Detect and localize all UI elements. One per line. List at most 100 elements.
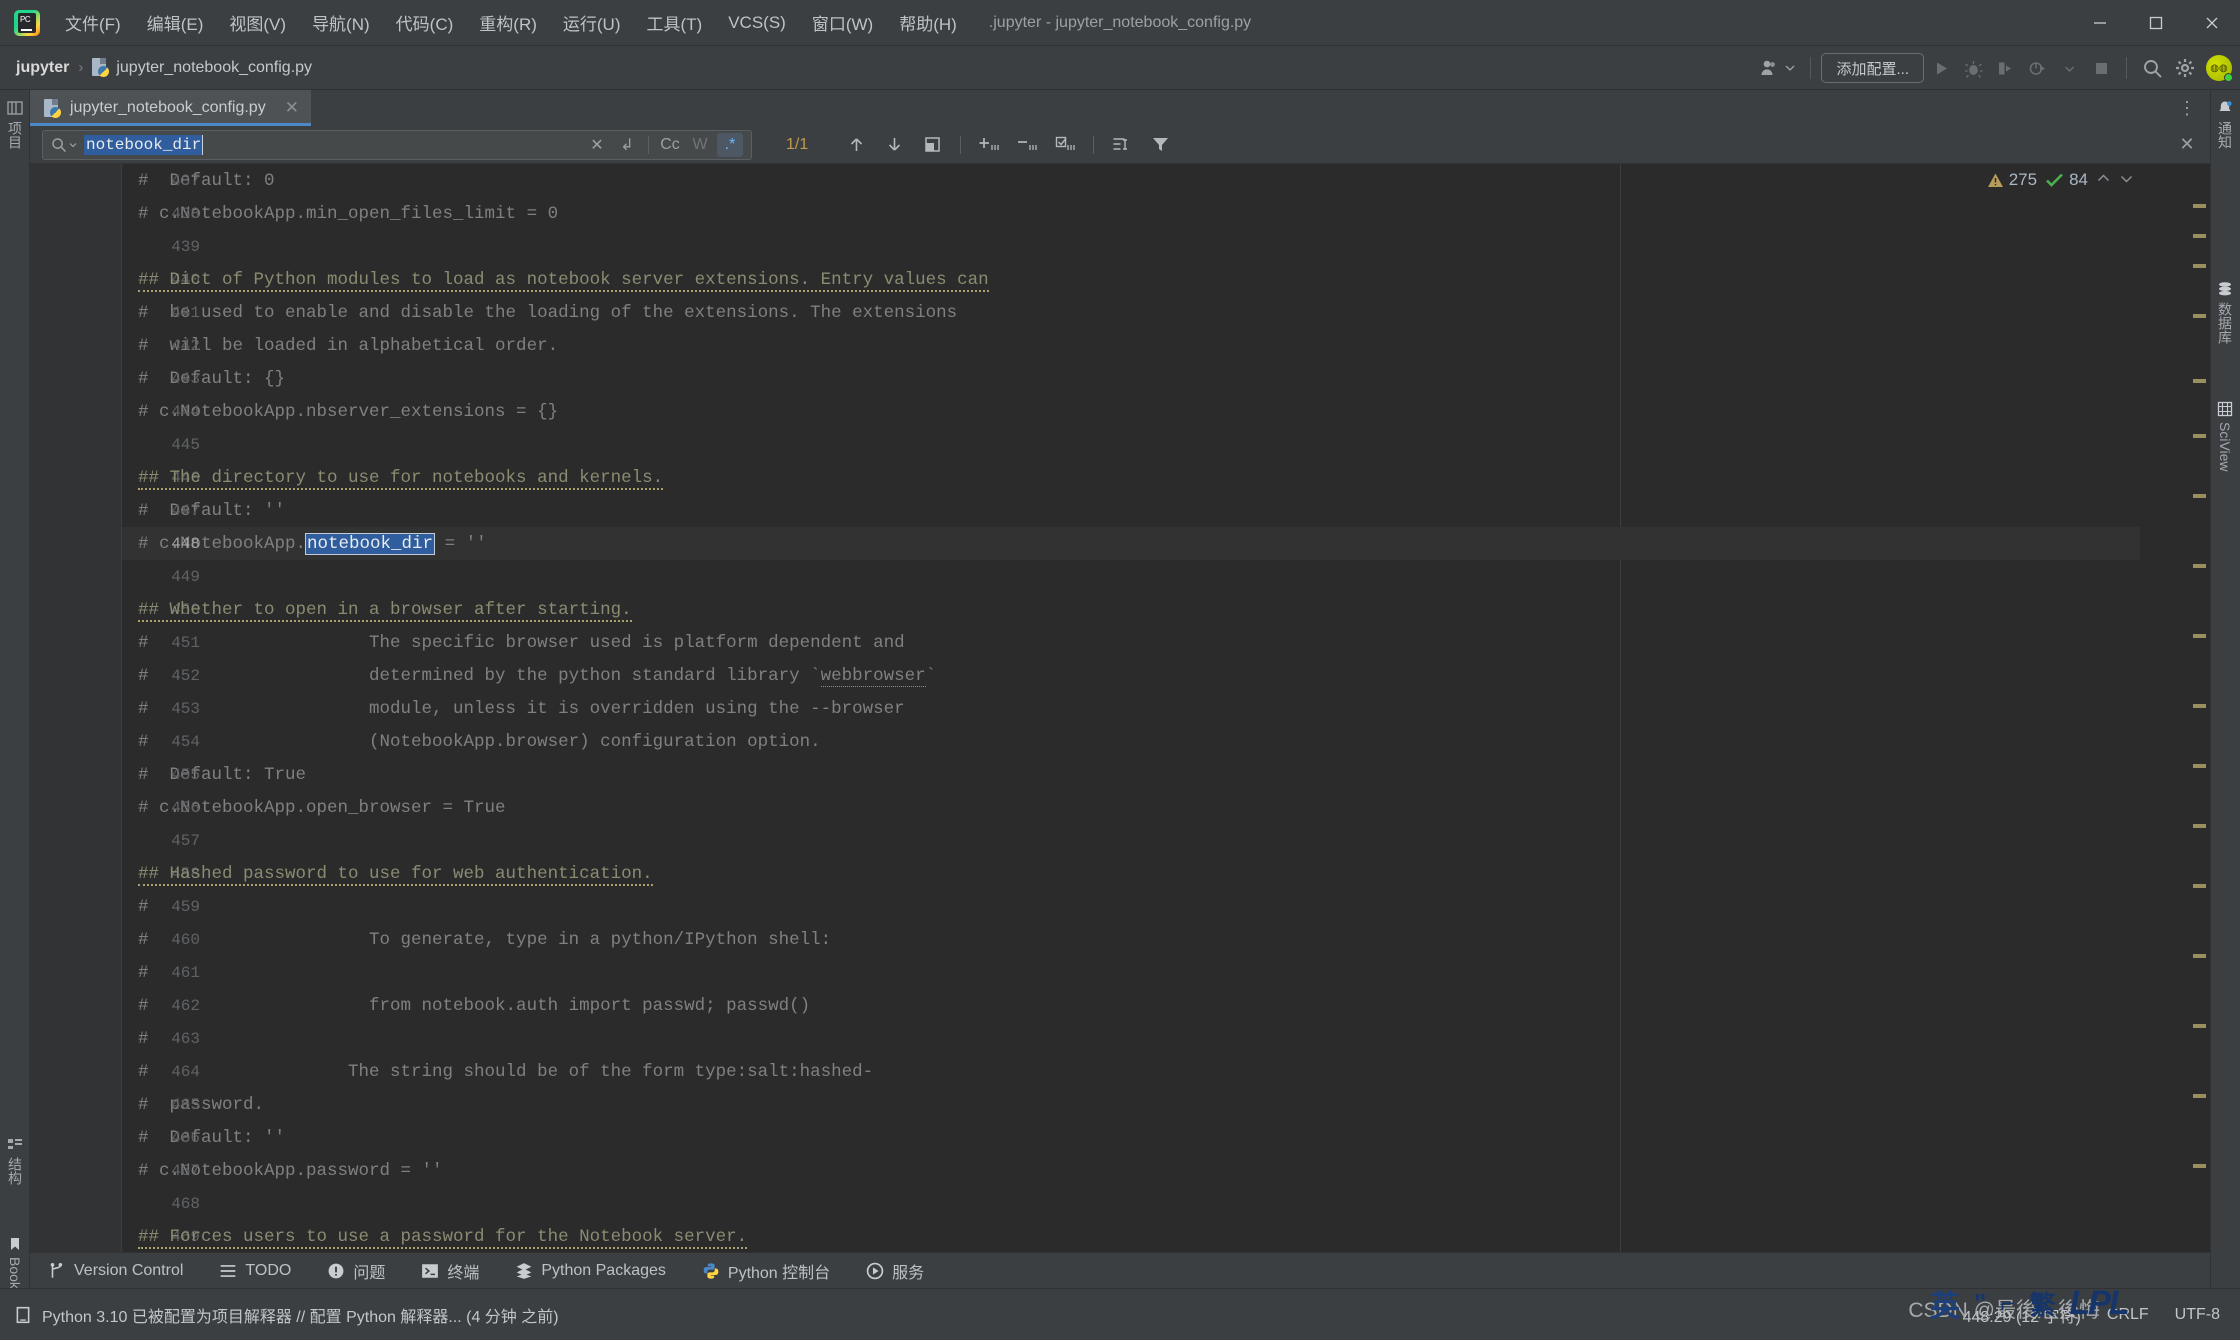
find-next-button[interactable] <box>880 132 908 158</box>
menu-help[interactable]: 帮助(H) <box>886 0 970 45</box>
code-line[interactable]: 448 # c.NotebookApp.notebook_dir = '' <box>122 527 2140 560</box>
bottom-tool-todo[interactable]: TODO <box>201 1253 309 1288</box>
add-configuration-button[interactable]: 添加配置... <box>1821 53 1924 83</box>
code-line[interactable]: 450 ## Whether to open in a browser after… <box>122 593 2140 626</box>
code-line[interactable]: 442 # will be loaded in alphabetical orde… <box>122 329 2140 362</box>
menu-navigate[interactable]: 导航(N) <box>299 0 383 45</box>
code-line[interactable]: 446 ## The directory to use for notebooks… <box>122 461 2140 494</box>
code-line[interactable]: 452 # determined by the python standard l… <box>122 659 2140 692</box>
select-all-occurrences-button[interactable] <box>918 132 946 158</box>
select-lines-button[interactable] <box>1051 132 1079 158</box>
code-line[interactable]: 453 # module, unless it is overridden usi… <box>122 692 2140 725</box>
code-line[interactable]: 458 ## Hashed password to use for web aut… <box>122 857 2140 890</box>
code-line[interactable]: 438 # c.NotebookApp.min_open_files_limit … <box>122 197 2140 230</box>
code-line[interactable]: 468 <box>122 1187 2140 1220</box>
code-line[interactable]: 440 ## Dict of Python modules to load as … <box>122 263 2140 296</box>
filter-button[interactable] <box>1146 132 1174 158</box>
code-line[interactable]: 463 # <box>122 1022 2140 1055</box>
code-line[interactable]: 467 # c.NotebookApp.password = '' <box>122 1154 2140 1187</box>
bottom-tool-problems[interactable]: 问题 <box>309 1253 403 1288</box>
inspection-next-icon[interactable] <box>2119 171 2134 189</box>
menu-run[interactable]: 运行(U) <box>550 0 634 45</box>
tab-jupyter-notebook-config[interactable]: jupyter_notebook_config.py ✕ <box>30 90 311 126</box>
code-line[interactable]: 445 <box>122 428 2140 461</box>
code-line[interactable]: 454 # (NotebookApp.browser) configuration… <box>122 725 2140 758</box>
bottom-tool-version-control[interactable]: Version Control <box>30 1253 201 1288</box>
words-toggle[interactable]: W <box>687 133 713 157</box>
caret-position[interactable]: 448:29 (12 字符) <box>1963 1303 2081 1327</box>
breadcrumb-project[interactable]: jupyter <box>16 59 69 77</box>
code-line[interactable]: 465 # password. <box>122 1088 2140 1121</box>
breadcrumb-file[interactable]: jupyter_notebook_config.py <box>92 58 312 77</box>
menu-code[interactable]: 代码(C) <box>383 0 467 45</box>
code-line[interactable]: 439 <box>122 230 2140 263</box>
sidebar-item-database[interactable]: 数据库 <box>2210 275 2240 344</box>
menu-refactor[interactable]: 重构(R) <box>466 0 550 45</box>
tab-close-icon[interactable]: ✕ <box>285 98 299 118</box>
code-line[interactable]: 456 # c.NotebookApp.open_browser = True <box>122 791 2140 824</box>
find-previous-button[interactable] <box>842 132 870 158</box>
minimize-button[interactable] <box>2072 0 2128 46</box>
bottom-tool-python-packages[interactable]: Python Packages <box>497 1253 684 1288</box>
menu-vcs[interactable]: VCS(S) <box>715 0 799 45</box>
code-line[interactable]: 455 # Default: True <box>122 758 2140 791</box>
file-encoding[interactable]: UTF-8 <box>2175 1306 2220 1324</box>
remove-line-button[interactable] <box>1013 132 1041 158</box>
code-line[interactable]: 441 # be used to enable and disable the l… <box>122 296 2140 329</box>
menu-tools[interactable]: 工具(T) <box>634 0 716 45</box>
code-line[interactable]: 461 # <box>122 956 2140 989</box>
search-history-icon[interactable]: ↲ <box>614 133 640 157</box>
code-line[interactable]: 460 # To generate, type in a python/IPyth… <box>122 923 2140 956</box>
search-everywhere-icon[interactable] <box>2137 53 2168 83</box>
add-line-button[interactable] <box>975 132 1003 158</box>
code-line[interactable]: 447 # Default: '' <box>122 494 2140 527</box>
match-case-toggle[interactable]: Cc <box>657 133 683 157</box>
maximize-button[interactable] <box>2128 0 2184 46</box>
tabs-options-icon[interactable]: ⋮ <box>2164 90 2210 126</box>
inspection-prev-icon[interactable] <box>2096 171 2111 189</box>
code-line[interactable]: 443 # Default: {} <box>122 362 2140 395</box>
code-line[interactable]: 457 <box>122 824 2140 857</box>
search-input[interactable]: notebook_dir ✕ ↲ Cc W .* <box>42 129 752 160</box>
menu-edit[interactable]: 编辑(E) <box>134 0 217 45</box>
bottom-tool-services[interactable]: 服务 <box>848 1253 942 1288</box>
bottom-tool-terminal[interactable]: 终端 <box>403 1253 497 1288</box>
code-line[interactable]: 464 # The string should be of the form ty… <box>122 1055 2140 1088</box>
close-find-bar-icon[interactable]: ✕ <box>2174 132 2200 158</box>
menu-window[interactable]: 窗口(W) <box>799 0 886 45</box>
status-message[interactable]: Python 3.10 已被配置为项目解释器 // 配置 Python 解释器.… <box>14 1303 559 1327</box>
code-line[interactable]: 437 # Default: 0 <box>122 164 2140 197</box>
code-content[interactable]: 437 # Default: 0 438 # c.NotebookApp.min_op… <box>122 164 2140 1252</box>
avatar[interactable]: ◍◍ <box>2206 55 2233 82</box>
sidebar-item-sciview[interactable]: SciView <box>2210 395 2240 472</box>
user-account-icon[interactable] <box>1755 53 1800 83</box>
close-button[interactable] <box>2184 0 2240 46</box>
bottom-tool-python-console[interactable]: Python 控制台 <box>684 1253 848 1288</box>
line-separator[interactable]: CRLF <box>2107 1306 2149 1324</box>
stop-button[interactable] <box>2086 53 2116 83</box>
menu-file[interactable]: 文件(F) <box>52 0 134 45</box>
code-line[interactable]: 466 # Default: '' <box>122 1121 2140 1154</box>
run-with-coverage-button[interactable] <box>1990 53 2020 83</box>
sidebar-item-notifications[interactable]: 通知 <box>2210 94 2240 149</box>
regex-toggle[interactable]: .* <box>717 132 743 157</box>
run-button[interactable] <box>1926 53 1956 83</box>
editor-markers-gutter[interactable] <box>2140 164 2210 1252</box>
code-line[interactable]: 459 # <box>122 890 2140 923</box>
code-line[interactable]: 449 <box>122 560 2140 593</box>
code-line[interactable]: 451 # The specific browser used is platfo… <box>122 626 2140 659</box>
code-line[interactable]: 469 ## Forces users to use a password for… <box>122 1220 2140 1252</box>
settings-gear-icon[interactable] <box>2170 53 2200 83</box>
debug-button[interactable] <box>1958 53 1988 83</box>
profile-dropdown-icon[interactable] <box>2054 53 2084 83</box>
code-line[interactable]: 444 # c.NotebookApp.nbserver_extensions =… <box>122 395 2140 428</box>
clear-search-icon[interactable]: ✕ <box>584 133 610 157</box>
sidebar-item-structure[interactable]: 结构 <box>0 1130 30 1185</box>
find-in-selection-button[interactable] <box>1108 132 1136 158</box>
profile-button[interactable] <box>2022 53 2052 83</box>
code-editor[interactable]: 437 # Default: 0 438 # c.NotebookApp.min_op… <box>30 164 2210 1252</box>
menu-view[interactable]: 视图(V) <box>216 0 299 45</box>
sidebar-item-project[interactable]: 项目 <box>0 94 30 149</box>
code-line[interactable]: 462 # from notebook.auth import passwd; p… <box>122 989 2140 1022</box>
inspection-widget[interactable]: 275 84 <box>1987 170 2134 190</box>
